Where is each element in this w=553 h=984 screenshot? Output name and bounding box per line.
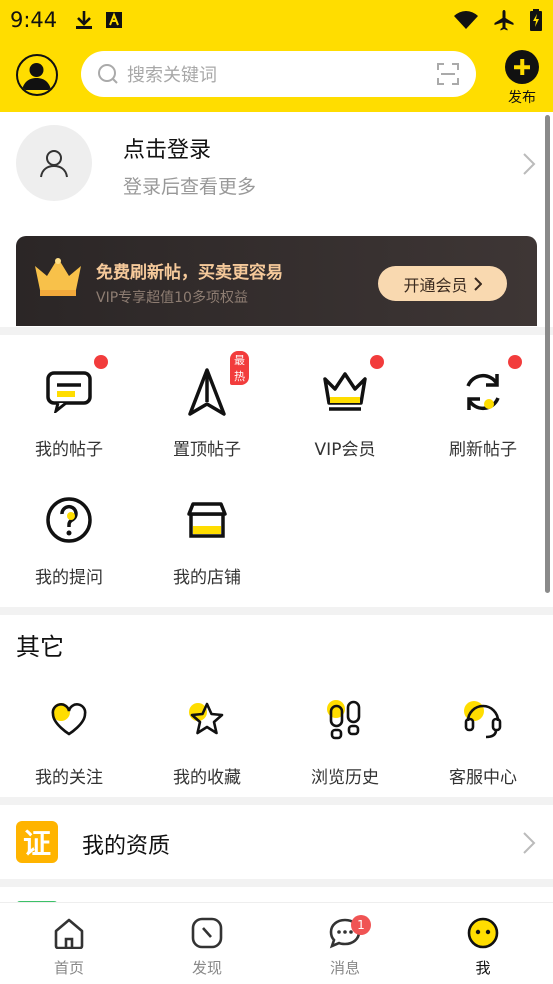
vip-banner[interactable]: 免费刷新帖，买卖更容易 VIP专享超值10多项权益 开通会员 <box>16 236 537 326</box>
other-customer-service[interactable]: 客服中心 <box>414 695 552 788</box>
other-history[interactable]: 浏览历史 <box>276 695 414 788</box>
service-my-posts[interactable]: 我的帖子 <box>0 355 138 460</box>
app-notification-icon <box>106 12 123 28</box>
user-avatar-button[interactable] <box>16 54 58 96</box>
search-icon <box>98 64 118 84</box>
refresh-icon <box>466 373 500 411</box>
profile-card: 点击登录 登录后查看更多 免费刷新帖，买卖更容易 VIP专享超值10多项权益 开… <box>0 112 553 327</box>
service-label: 刷新帖子 <box>449 440 517 460</box>
tab-label: 消息 <box>329 959 360 977</box>
tab-home[interactable]: 首页 <box>29 917 109 978</box>
hot-tag: 最热 <box>230 351 249 385</box>
question-icon <box>46 497 92 543</box>
service-label: 我的提问 <box>35 568 103 588</box>
login-subtitle: 登录后查看更多 <box>123 176 257 198</box>
tab-label: 首页 <box>53 959 84 977</box>
wifi-icon <box>454 11 478 29</box>
chevron-right-icon <box>523 832 536 854</box>
top-header: 搜索关键词 发布 <box>0 40 553 112</box>
search-bar[interactable]: 搜索关键词 <box>81 51 476 97</box>
status-time: 9:44 <box>10 8 58 32</box>
home-icon <box>54 918 84 950</box>
login-avatar[interactable] <box>16 125 92 201</box>
publish-button[interactable]: 发布 <box>502 50 542 107</box>
other-label: 我的收藏 <box>173 768 241 788</box>
publish-label: 发布 <box>508 90 536 106</box>
section-title: 其它 <box>16 633 64 661</box>
heart-icon <box>51 703 87 736</box>
arrow-up-icon <box>188 368 226 416</box>
service-label: VIP会员 <box>314 440 376 460</box>
scrollbar[interactable] <box>545 115 550 593</box>
shop-icon <box>187 502 227 538</box>
other-label: 客服中心 <box>449 768 517 788</box>
crown-outline-icon <box>323 372 367 411</box>
vip-subtext: VIP专享超值10多项权益 <box>96 290 248 306</box>
user-avatar-icon <box>22 63 51 90</box>
chevron-right-icon[interactable] <box>522 152 536 176</box>
new-dot <box>508 355 522 369</box>
new-dot <box>370 355 384 369</box>
login-title[interactable]: 点击登录 <box>123 132 211 164</box>
footprint-icon <box>327 700 361 740</box>
crown-icon <box>35 258 81 296</box>
unread-badge: 1 <box>351 915 371 935</box>
service-label: 置顶帖子 <box>173 440 241 460</box>
bottom-tab-bar: 首页 发现 1 消息 我 <box>0 902 553 984</box>
other-section: 其它 我的关注 我的收藏 浏览历史 客服中心 <box>0 615 553 797</box>
open-vip-button[interactable]: 开通会员 <box>378 266 507 301</box>
vip-headline: 免费刷新帖，买卖更容易 <box>96 263 283 283</box>
qualification-row[interactable]: 证 我的资质 <box>0 805 553 879</box>
plus-icon <box>505 50 539 84</box>
certificate-icon: 证 <box>16 821 58 863</box>
chevron-right-small-icon <box>473 276 482 291</box>
tab-messages[interactable]: 1 消息 <box>305 915 385 978</box>
service-vip[interactable]: VIP会员 <box>276 355 414 460</box>
service-label: 我的帖子 <box>35 440 103 460</box>
search-placeholder: 搜索关键词 <box>127 65 217 86</box>
tab-me[interactable]: 我 <box>443 917 523 978</box>
service-my-questions[interactable]: 我的提问 <box>0 495 138 588</box>
status-bar: 9:44 <box>0 0 553 40</box>
headset-icon <box>464 701 502 739</box>
other-label: 我的关注 <box>35 768 103 788</box>
download-icon <box>76 11 93 29</box>
airplane-icon <box>494 10 514 31</box>
other-follow[interactable]: 我的关注 <box>0 695 138 788</box>
service-pinned-posts[interactable]: 最热 置顶帖子 <box>138 351 276 460</box>
qualification-label: 我的资质 <box>82 834 171 859</box>
service-grid: 我的帖子 最热 置顶帖子 VIP会员 刷新帖子 我的提问 我的店铺 <box>0 335 553 607</box>
service-label: 我的店铺 <box>173 568 241 588</box>
tab-label: 发现 <box>191 959 222 977</box>
scan-icon[interactable] <box>436 62 460 86</box>
tab-discover[interactable]: 发现 <box>167 917 247 978</box>
compass-icon <box>191 917 223 949</box>
tab-label: 我 <box>475 959 491 977</box>
open-vip-label: 开通会员 <box>403 275 468 295</box>
user-outline-icon <box>40 150 68 178</box>
message-icon <box>46 371 92 413</box>
face-icon <box>467 917 499 949</box>
new-dot <box>94 355 108 369</box>
star-icon <box>189 702 224 735</box>
other-favorites[interactable]: 我的收藏 <box>138 695 276 788</box>
service-my-shop[interactable]: 我的店铺 <box>138 495 276 588</box>
battery-charging-icon <box>530 9 542 31</box>
service-refresh-posts[interactable]: 刷新帖子 <box>414 355 552 460</box>
other-label: 浏览历史 <box>311 768 379 788</box>
